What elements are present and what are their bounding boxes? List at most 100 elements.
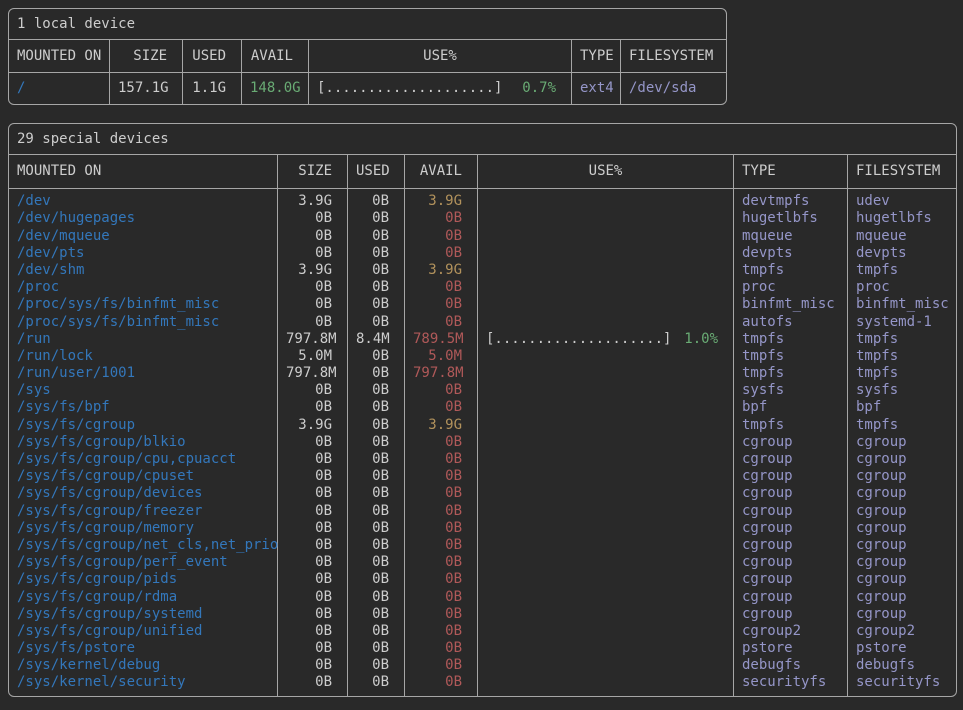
cell-fs: cgroup — [848, 571, 956, 588]
cell-fs: pstore — [848, 640, 956, 657]
column-mount: / — [9, 73, 110, 104]
local-devices-table-title: 1 local device — [9, 9, 726, 40]
cell-mount: /sys/fs/pstore — [9, 640, 277, 657]
cell-type: cgroup — [734, 537, 847, 554]
cell-mount: /sys/fs/cgroup/pids — [9, 571, 277, 588]
cell-type: cgroup2 — [734, 623, 847, 640]
cell-size: 0B — [278, 554, 347, 571]
cell-type: cgroup — [734, 554, 847, 571]
cell-type: cgroup — [734, 589, 847, 606]
cell-use — [478, 537, 733, 554]
cell-size: 5.0M — [278, 348, 347, 365]
cell-size: 0B — [278, 674, 347, 691]
cell-use — [478, 571, 733, 588]
cell-mount: /sys — [9, 382, 277, 399]
column-header-type: TYPE — [734, 155, 848, 188]
cell-use — [478, 468, 733, 485]
cell-fs: debugfs — [848, 657, 956, 674]
cell-avail: 0B — [405, 228, 477, 245]
cell-used: 0B — [348, 554, 404, 571]
cell-fs: cgroup — [848, 468, 956, 485]
column-header-filesystem: FILESYSTEM — [621, 40, 726, 72]
cell-size: 0B — [278, 245, 347, 262]
cell-used: 8.4M — [348, 331, 404, 348]
cell-type: autofs — [734, 314, 847, 331]
cell-used: 0B — [348, 279, 404, 296]
column-size: 3.9G0B0B0B3.9G0B0B0B797.8M5.0M797.8M0B0B… — [278, 189, 348, 695]
cell-use — [478, 451, 733, 468]
cell-fs: cgroup — [848, 589, 956, 606]
cell-avail: 0B — [405, 537, 477, 554]
cell-use — [478, 417, 733, 434]
cell-size: 0B — [278, 296, 347, 313]
cell-avail: 0B — [405, 640, 477, 657]
cell-avail: 0B — [405, 657, 477, 674]
cell-mount: /dev/mqueue — [9, 228, 277, 245]
cell-used: 0B — [348, 520, 404, 537]
cell-avail: 0B — [405, 554, 477, 571]
usage-percent: 0.7% — [522, 80, 556, 97]
cell-use — [478, 210, 733, 227]
cell-type: cgroup — [734, 571, 847, 588]
cell-mount: /proc — [9, 279, 277, 296]
cell-type: cgroup — [734, 468, 847, 485]
cell-type: cgroup — [734, 451, 847, 468]
cell-use — [478, 314, 733, 331]
cell-size: 0B — [278, 571, 347, 588]
cell-mount: /dev/shm — [9, 262, 277, 279]
cell-use — [478, 228, 733, 245]
cell-size: 0B — [278, 468, 347, 485]
cell-used: 0B — [348, 589, 404, 606]
cell-type: tmpfs — [734, 262, 847, 279]
cell-avail: 0B — [405, 520, 477, 537]
column-header-use-: USE% — [478, 155, 734, 188]
cell-used: 0B — [348, 657, 404, 674]
cell-fs: cgroup — [848, 485, 956, 502]
cell-avail: 797.8M — [405, 365, 477, 382]
column-type: devtmpfshugetlbfsmqueuedevptstmpfsprocbi… — [734, 189, 848, 695]
cell-used: 0B — [348, 228, 404, 245]
cell-fs: tmpfs — [848, 417, 956, 434]
special-devices-table-body: /dev/dev/hugepages/dev/mqueue/dev/pts/de… — [9, 189, 956, 695]
cell-mount: /sys/fs/cgroup/systemd — [9, 606, 277, 623]
cell-fs: cgroup — [848, 451, 956, 468]
usage-bar: [....................] — [317, 80, 502, 97]
cell-avail: 3.9G — [405, 193, 477, 210]
terminal-screen: { "colors": { "background": "#292929", "… — [0, 0, 963, 710]
cell-use — [478, 434, 733, 451]
cell-fs: mqueue — [848, 228, 956, 245]
cell-avail: 0B — [405, 210, 477, 227]
column-fs: udevhugetlbfsmqueuedevptstmpfsprocbinfmt… — [848, 189, 956, 695]
cell-use — [478, 640, 733, 657]
cell-size: 0B — [278, 382, 347, 399]
cell-used: 0B — [348, 417, 404, 434]
cell-fs: bpf — [848, 399, 956, 416]
cell-avail: 0B — [405, 382, 477, 399]
cell-avail: 0B — [405, 503, 477, 520]
cell-use — [478, 554, 733, 571]
cell-use — [478, 503, 733, 520]
cell-fs: cgroup — [848, 434, 956, 451]
cell-used: 0B — [348, 399, 404, 416]
column-header-size: SIZE — [110, 40, 183, 72]
cell-size: 157.1G — [110, 80, 182, 97]
local-devices-table-body: /157.1G1.1G148.0G[....................]0… — [9, 73, 726, 104]
special-devices-header-row: MOUNTED ONSIZEUSEDAVAILUSE%TYPEFILESYSTE… — [9, 155, 956, 189]
cell-size: 0B — [278, 451, 347, 468]
cell-fs: cgroup — [848, 554, 956, 571]
cell-mount: /sys/kernel/debug — [9, 657, 277, 674]
cell-mount: /sys/fs/cgroup/devices — [9, 485, 277, 502]
cell-fs: sysfs — [848, 382, 956, 399]
cell-use — [478, 606, 733, 623]
cell-used: 0B — [348, 571, 404, 588]
column-header-used: USED — [348, 155, 405, 188]
cell-avail: 3.9G — [405, 262, 477, 279]
cell-used: 0B — [348, 451, 404, 468]
cell-use — [478, 279, 733, 296]
cell-mount: /sys/fs/cgroup/unified — [9, 623, 277, 640]
cell-use — [478, 365, 733, 382]
cell-size: 0B — [278, 314, 347, 331]
cell-avail: 0B — [405, 314, 477, 331]
cell-mount: /dev/hugepages — [9, 210, 277, 227]
cell-type: tmpfs — [734, 365, 847, 382]
